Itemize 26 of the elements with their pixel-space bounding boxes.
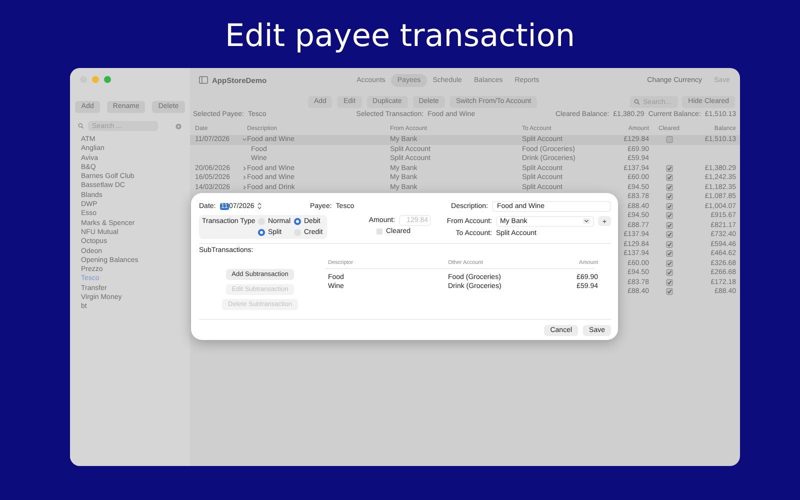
caret-icon	[583, 218, 590, 224]
disclosure-chevron-icon[interactable]	[242, 175, 247, 180]
disclosure-chevron-icon[interactable]	[242, 184, 247, 190]
stepper-icon[interactable]	[257, 202, 262, 210]
cleared-checkbox[interactable]	[666, 250, 672, 258]
cleared-checkbox[interactable]	[666, 231, 672, 238]
cleared-checkbox[interactable]	[666, 136, 672, 144]
cleared-checkbox[interactable]	[376, 228, 383, 235]
cleared-checkbox[interactable]	[666, 212, 672, 220]
search-icon	[634, 99, 640, 105]
disclosure-chevron-icon[interactable]	[242, 166, 247, 171]
add-icon[interactable]	[598, 216, 611, 226]
sidebar-toggle-icon[interactable]	[199, 76, 208, 84]
cleared-checkbox[interactable]	[666, 278, 672, 286]
cleared-checkbox[interactable]	[666, 260, 672, 267]
cleared-checkbox[interactable]	[666, 288, 672, 296]
cleared-checkbox[interactable]	[666, 240, 672, 248]
page-headline: Edit payee transaction	[224, 17, 576, 56]
cleared-checkbox[interactable]	[666, 184, 672, 191]
cleared-checkbox[interactable]	[666, 164, 672, 172]
cleared-checkbox[interactable]	[666, 193, 672, 200]
cleared-checkbox[interactable]	[666, 269, 672, 276]
cleared-checkbox[interactable]	[666, 174, 672, 182]
cleared-checkbox[interactable]	[666, 202, 672, 210]
search-icon	[78, 123, 84, 129]
cleared-checkbox[interactable]	[666, 222, 672, 229]
